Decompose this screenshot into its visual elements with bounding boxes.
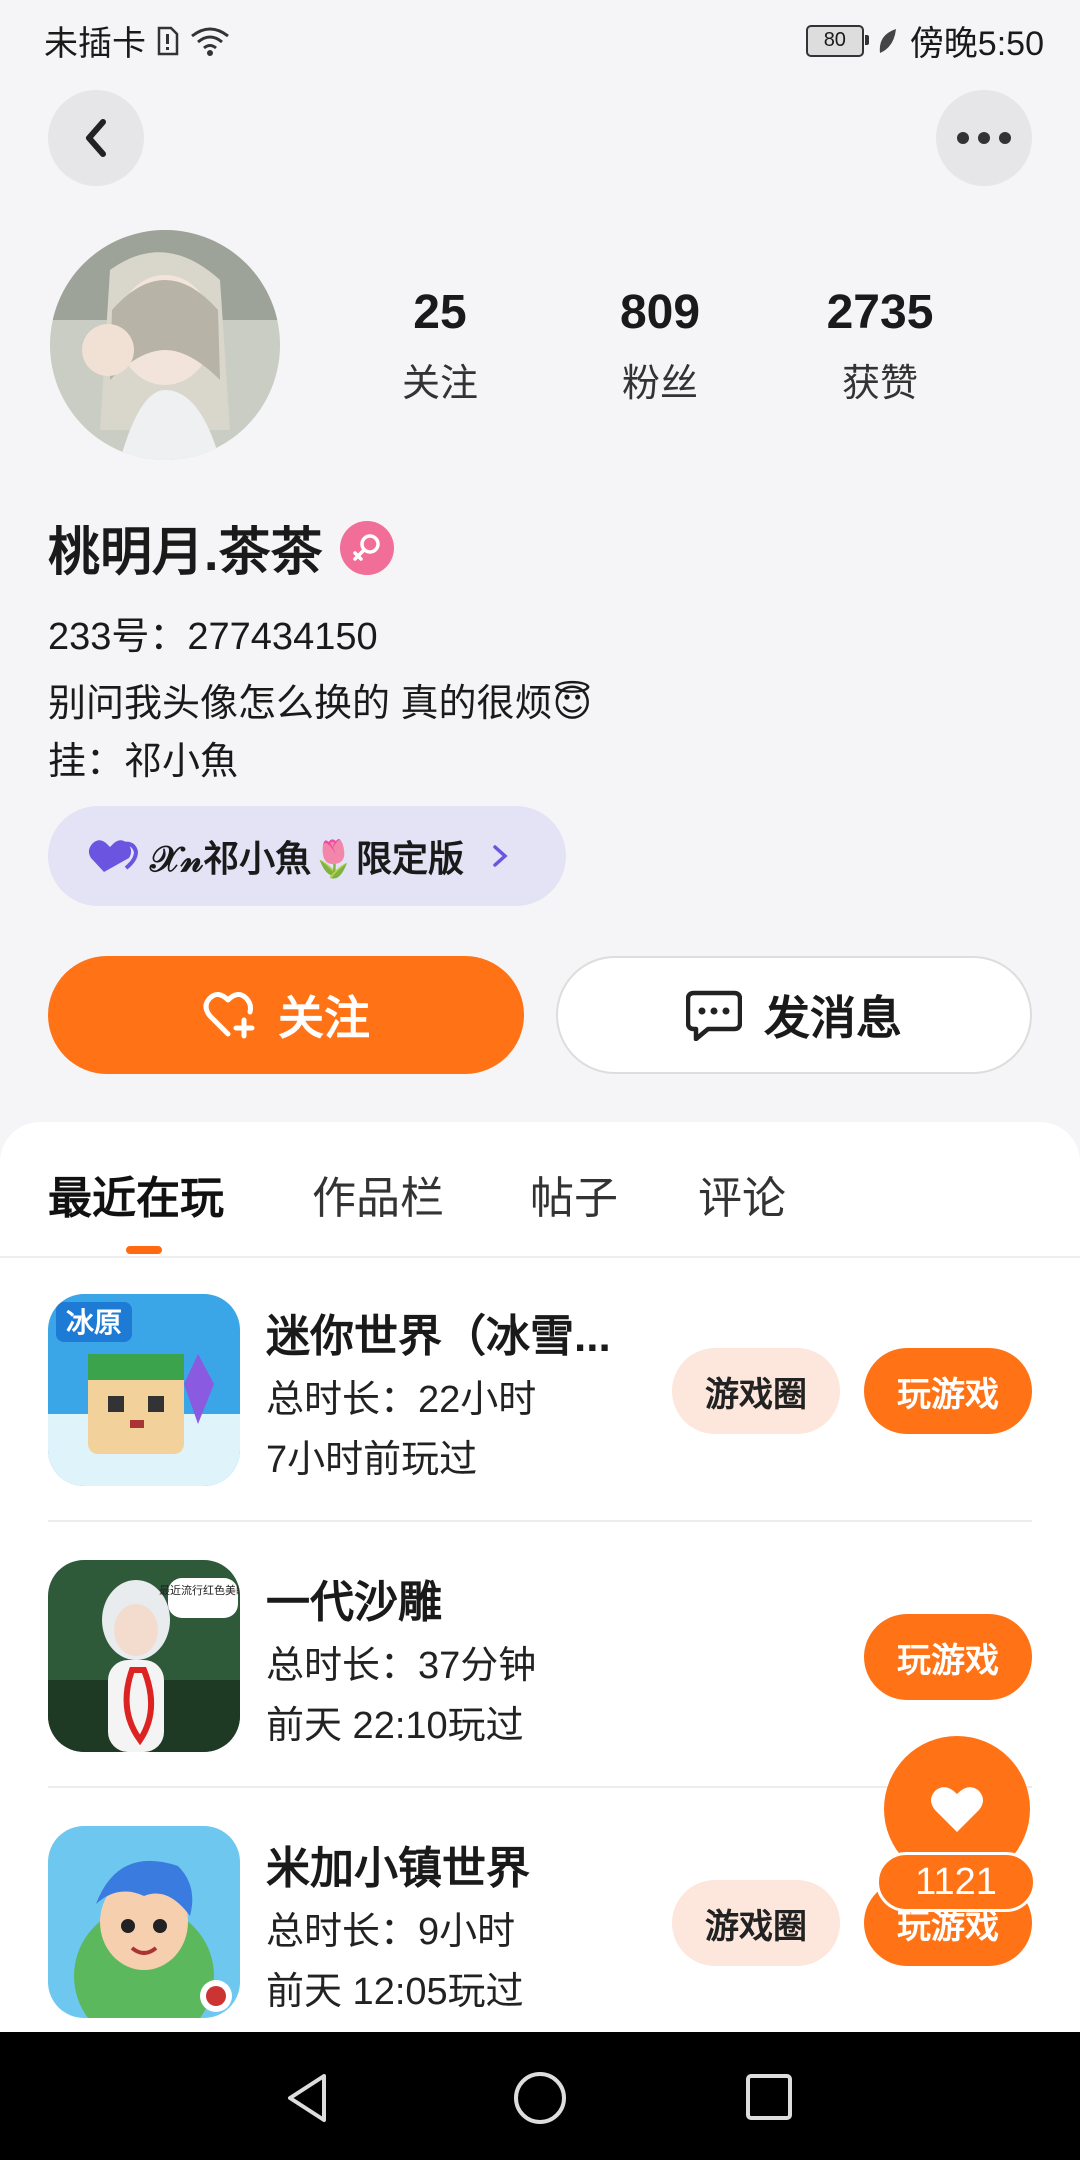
more-dots-icon bbox=[957, 132, 1011, 144]
bio-line: 别问我头像怎么换的 真的很烦😇 bbox=[48, 683, 593, 725]
game-icon-text: 最近流行红色美瞳 bbox=[159, 1583, 240, 1597]
stat-following[interactable]: 25 关注 bbox=[330, 285, 550, 407]
tab-recent-played[interactable]: 最近在玩 bbox=[48, 1162, 224, 1226]
tab-works[interactable]: 作品栏 bbox=[312, 1162, 444, 1226]
stat-label: 关注 bbox=[401, 363, 478, 405]
tab-indicator bbox=[126, 1246, 162, 1254]
back-nav-icon[interactable] bbox=[284, 2072, 332, 2124]
game-row[interactable]: 冰原 迷你世界（冰雪... 总时长：22小时 7小时前玩过 游戏圈 玩游戏 bbox=[48, 1256, 1032, 1522]
play-game-button[interactable]: 玩游戏 bbox=[864, 1614, 1032, 1700]
recents-nav-icon[interactable] bbox=[744, 2072, 794, 2122]
game-icon[interactable] bbox=[48, 1826, 240, 2018]
game-last-played: 7小时前玩过 bbox=[266, 1439, 478, 1481]
game-title: 米加小镇世界 bbox=[266, 1844, 530, 1893]
stat-label: 粉丝 bbox=[621, 363, 698, 405]
username: 桃明月.茶茶 bbox=[48, 524, 323, 582]
stat-value: 2735 bbox=[826, 286, 934, 339]
guild-tag-label: 𝒳𝓃祁小魚🌷限定版 bbox=[150, 838, 464, 879]
game-circle-button[interactable]: 游戏圈 bbox=[672, 1880, 840, 1966]
play-game-button[interactable]: 玩游戏 bbox=[864, 1348, 1032, 1434]
female-gender-icon bbox=[340, 520, 395, 575]
game-icon-text: 冰原 bbox=[66, 1306, 122, 1339]
game-icon[interactable]: 最近流行红色美瞳 bbox=[48, 1560, 240, 1752]
heart-icon bbox=[931, 1787, 983, 1832]
game-last-played: 前天 12:05玩过 bbox=[266, 1971, 524, 2013]
chevron-right-icon bbox=[493, 845, 508, 867]
game-duration: 总时长：22小时 bbox=[266, 1379, 537, 1421]
game-duration: 总时长：9小时 bbox=[266, 1911, 516, 1953]
game-title: 迷你世界（冰雪... bbox=[266, 1312, 611, 1361]
stat-value: 809 bbox=[619, 286, 701, 339]
bio-line: 挂：祁小魚 bbox=[48, 741, 239, 783]
game-title: 一代沙雕 bbox=[266, 1578, 442, 1627]
game-duration: 总时长：37分钟 bbox=[266, 1645, 537, 1687]
heart-plus-icon bbox=[203, 992, 255, 1039]
wifi-icon bbox=[191, 27, 229, 56]
avatar[interactable] bbox=[50, 230, 280, 460]
user-id: 233号：277434150 bbox=[48, 616, 378, 658]
game-row[interactable]: 米加小镇世界 总时长：9小时 前天 12:05玩过 游戏圈 玩游戏 bbox=[48, 1788, 1032, 2032]
message-label: 发消息 bbox=[764, 992, 902, 1044]
tab-posts[interactable]: 帖子 bbox=[530, 1162, 618, 1226]
chat-bubble-icon bbox=[686, 990, 742, 1041]
home-nav-icon[interactable] bbox=[512, 2070, 568, 2126]
battery-icon: 80 bbox=[805, 24, 869, 57]
guild-tag[interactable]: 𝒳𝓃祁小魚🌷限定版 bbox=[48, 806, 566, 906]
stat-label: 获赞 bbox=[841, 363, 918, 405]
bio: 别问我头像怎么换的 真的很烦😇 挂：祁小魚 bbox=[48, 675, 592, 791]
follow-button[interactable]: 关注 bbox=[48, 956, 524, 1074]
more-options-button[interactable] bbox=[936, 90, 1032, 186]
back-button[interactable] bbox=[48, 90, 144, 186]
tab-comments[interactable]: 评论 bbox=[698, 1162, 786, 1226]
profile-stats: 25 关注 809 粉丝 2735 获赞 bbox=[330, 285, 990, 407]
stat-likes[interactable]: 2735 获赞 bbox=[770, 285, 990, 407]
leaf-icon bbox=[879, 28, 896, 53]
status-bar: 未插卡 80 傍晚5:50 bbox=[0, 0, 1080, 72]
message-button[interactable]: 发消息 bbox=[556, 956, 1032, 1074]
tab-bar: 最近在玩 作品栏 帖子 评论 bbox=[0, 1122, 1080, 1258]
stat-followers[interactable]: 809 粉丝 bbox=[550, 285, 770, 407]
like-count-badge: 1121 bbox=[876, 1852, 1036, 1912]
stat-value: 25 bbox=[413, 286, 467, 339]
chevron-left-icon bbox=[86, 119, 106, 157]
clock: 傍晚5:50 bbox=[909, 25, 1044, 63]
game-circle-button[interactable]: 游戏圈 bbox=[672, 1348, 840, 1434]
game-row[interactable]: 最近流行红色美瞳 一代沙雕 总时长：37分钟 前天 22:10玩过 玩游戏 bbox=[48, 1522, 1032, 1788]
follow-label: 关注 bbox=[278, 992, 370, 1044]
system-nav-bar bbox=[0, 2032, 1080, 2160]
game-last-played: 前天 22:10玩过 bbox=[266, 1705, 524, 1747]
sim-icon bbox=[157, 26, 179, 55]
username-row: 桃明月.茶茶 bbox=[48, 510, 395, 585]
game-icon[interactable]: 冰原 bbox=[48, 1294, 240, 1486]
heart-icon bbox=[88, 840, 139, 872]
carrier-label: 未插卡 bbox=[44, 25, 146, 63]
